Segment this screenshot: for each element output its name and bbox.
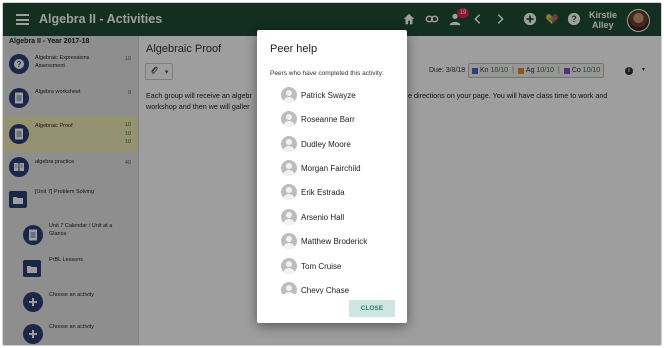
peer-item[interactable]: Chevy Chase <box>281 282 401 294</box>
peer-item[interactable]: Tom Cruise <box>281 258 401 274</box>
peer-item[interactable]: Arsenio Hall <box>281 209 401 225</box>
app-window: Algebra II - Activities 19 ? Kirstie All… <box>2 2 662 346</box>
peer-item[interactable]: Matthew Broderick <box>281 233 401 249</box>
peer-name: Roseanne Barr <box>301 115 355 124</box>
peer-item[interactable]: Erik Estrada <box>281 184 401 200</box>
dialog-title: Peer help <box>270 43 318 55</box>
peer-name: Arsenio Hall <box>301 213 345 222</box>
peer-name: Chevy Chase <box>301 286 350 294</box>
avatar <box>281 160 297 176</box>
peer-item[interactable]: Morgan Fairchild <box>281 160 401 176</box>
peer-item[interactable]: Roseanne Barr <box>281 111 401 127</box>
peer-item[interactable]: Patrick Swayze <box>281 87 401 103</box>
dialog-subtitle: Peers who have completed this activity: <box>270 70 384 77</box>
close-button[interactable]: CLOSE <box>349 300 395 317</box>
avatar <box>281 258 297 274</box>
peer-help-dialog: Peer help Peers who have completed this … <box>257 30 407 323</box>
avatar <box>281 136 297 152</box>
avatar <box>281 233 297 249</box>
avatar <box>281 111 297 127</box>
peer-name: Dudley Moore <box>301 140 351 149</box>
peer-name: Erik Estrada <box>301 188 345 197</box>
avatar <box>281 184 297 200</box>
peer-name: Patrick Swayze <box>301 91 356 100</box>
avatar <box>281 87 297 103</box>
avatar <box>281 282 297 294</box>
peer-name: Tom Cruise <box>301 262 342 271</box>
avatar <box>281 209 297 225</box>
peer-name: Morgan Fairchild <box>301 164 361 173</box>
peer-name: Matthew Broderick <box>301 237 368 246</box>
peer-item[interactable]: Dudley Moore <box>281 136 401 152</box>
